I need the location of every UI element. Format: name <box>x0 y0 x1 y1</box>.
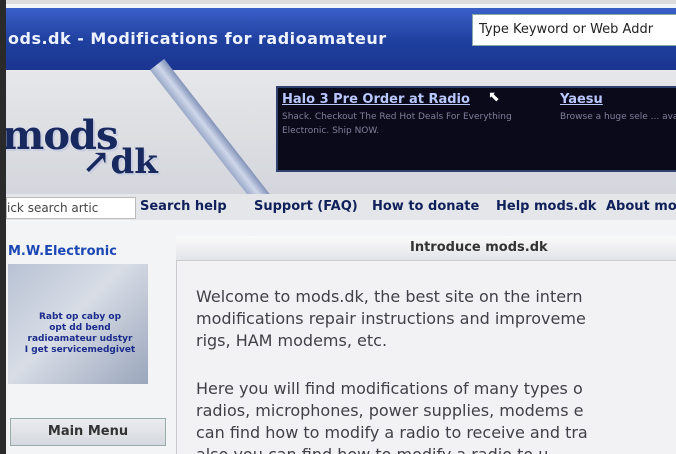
logo-dk-text: dk <box>110 142 158 182</box>
content-title: Introduce mods.dk <box>410 240 548 255</box>
monitor-bezel-top <box>0 0 676 4</box>
ad-link-halo[interactable]: Halo 3 Pre Order at Radio <box>282 92 470 107</box>
intro-line-1: Welcome to mods.dk, the best site on the… <box>196 287 583 306</box>
main-menu-header: Main Menu <box>10 418 166 446</box>
monitor-bezel-left <box>0 0 6 454</box>
nav-help-mods[interactable]: Help mods.dk <box>496 199 596 214</box>
site-logo-dk[interactable]: ↗dk <box>82 142 158 182</box>
ad-desc-halo: Shack. Checkout The Red Hot Deals For Ev… <box>282 112 512 136</box>
window-title: ods.dk - Modifications for radioamateur <box>8 29 387 48</box>
sponsor-title[interactable]: M.W.Electronic <box>8 244 117 259</box>
address-bar[interactable]: Type Keyword or Web Addr <box>472 14 676 46</box>
ad-desc-yaesu: Browse a huge sele ... available now ... <box>560 112 676 122</box>
arrow-icon: ↗ <box>82 142 111 182</box>
nav-support-faq[interactable]: Support (FAQ) <box>254 199 358 214</box>
intro-line-3: rigs, HAM modems, etc. <box>196 331 388 350</box>
nav-search-help[interactable]: Search help <box>140 199 227 214</box>
quick-search-input[interactable]: ick search artic <box>6 197 136 219</box>
mouse-cursor-icon: ⬉ <box>488 89 500 105</box>
nav-about[interactable]: About mo <box>606 199 676 214</box>
sponsor-image-caption: Rabt op caby op opt dd bend radioamateur… <box>24 312 136 355</box>
body-line-1: Here you will find modifications of many… <box>196 379 583 398</box>
body-line-2: radios, microphones, power supplies, mod… <box>196 401 584 420</box>
browser-screen: ods.dk - Modifications for radioamateur … <box>0 0 676 454</box>
nav-how-to-donate[interactable]: How to donate <box>372 199 479 214</box>
ad-link-yaesu[interactable]: Yaesu <box>560 92 603 107</box>
intro-line-2: modifications repair instructions and im… <box>196 309 586 328</box>
body-line-3: can find how to modify a radio to receiv… <box>196 423 588 442</box>
body-line-4: also you can find how to modify a radio … <box>196 444 676 454</box>
